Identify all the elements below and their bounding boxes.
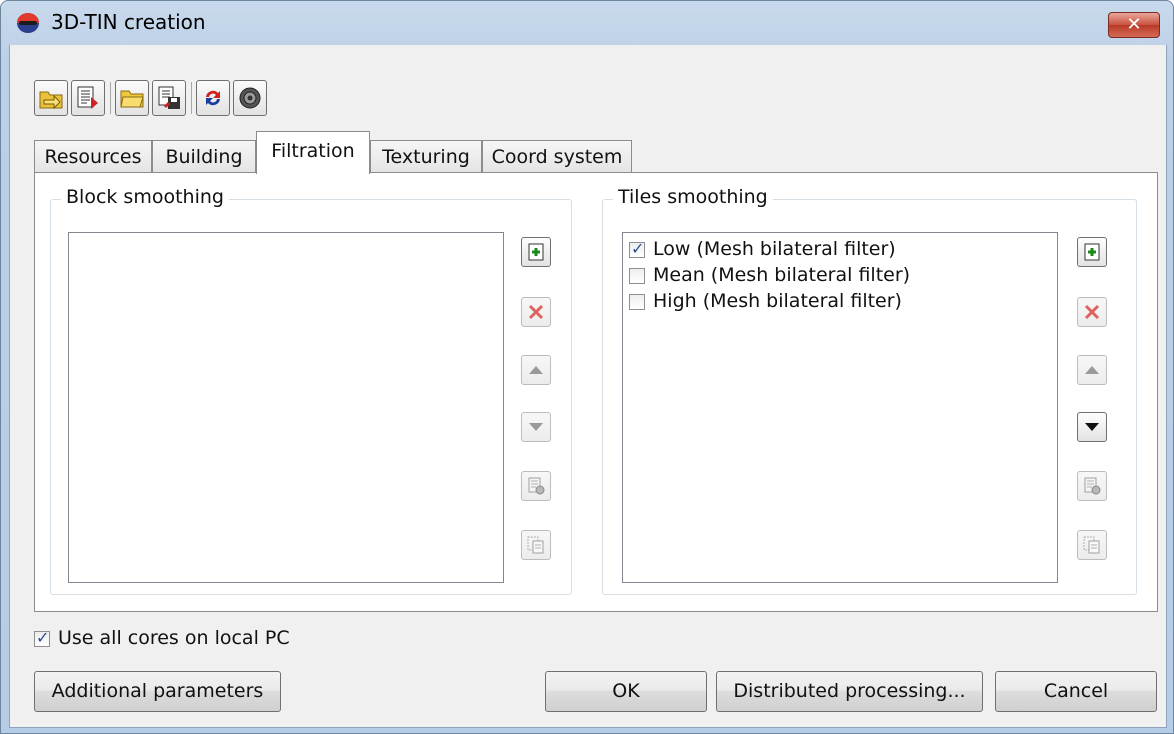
list-item-label: Low (Mesh bilateral filter) (653, 238, 896, 260)
save-disk-icon (158, 86, 180, 109)
app-logo-icon (17, 13, 39, 33)
mean-filter-checkbox[interactable] (629, 268, 645, 284)
tiles-copy-button[interactable] (1077, 530, 1107, 560)
block-add-button[interactable] (521, 237, 551, 267)
use-all-cores-label: Use all cores on local PC (58, 627, 290, 649)
arrow-down-icon (529, 423, 543, 431)
block-copy-button[interactable] (521, 530, 551, 560)
settings-gear-icon (239, 87, 261, 109)
close-button[interactable]: ✕ (1108, 12, 1160, 38)
tiles-delete-button[interactable] (1077, 297, 1107, 327)
block-smoothing-list[interactable] (68, 232, 504, 583)
tab-building[interactable]: Building (152, 140, 256, 173)
save-list-button[interactable] (71, 80, 105, 116)
tab-coord-system[interactable]: Coord system (482, 140, 632, 173)
tiles-properties-button[interactable] (1077, 471, 1107, 501)
tiles-move-up-button[interactable] (1077, 355, 1107, 385)
document-settings-icon (1084, 477, 1101, 495)
title-bar[interactable]: 3D-TIN creation ✕ (1, 1, 1173, 45)
block-smoothing-label: Block smoothing (61, 186, 229, 208)
list-item-label: Mean (Mesh bilateral filter) (653, 264, 911, 286)
tiles-smoothing-label: Tiles smoothing (613, 186, 773, 208)
ok-button[interactable]: OK (545, 671, 707, 712)
dialog-window: 3D-TIN creation ✕ Resources Building Fil… (0, 0, 1174, 734)
document-settings-icon (528, 477, 545, 495)
arrow-up-icon (1085, 366, 1099, 374)
tab-texturing[interactable]: Texturing (370, 140, 482, 173)
add-icon (1084, 243, 1100, 261)
delete-icon (528, 304, 544, 320)
block-move-down-button[interactable] (521, 412, 551, 442)
delete-icon (1084, 304, 1100, 320)
distributed-processing-button[interactable]: Distributed processing... (716, 671, 983, 712)
copy-icon (1083, 536, 1100, 554)
block-move-up-button[interactable] (521, 355, 551, 385)
open-folder-icon (120, 90, 144, 108)
tab-resources[interactable]: Resources (34, 140, 152, 173)
tiles-smoothing-list[interactable]: Low (Mesh bilateral filter) Mean (Mesh b… (622, 232, 1058, 583)
block-smoothing-group: Block smoothing (50, 186, 572, 595)
low-filter-checkbox[interactable] (629, 239, 645, 258)
tiles-move-down-button[interactable] (1077, 412, 1107, 442)
cancel-button[interactable]: Cancel (995, 671, 1157, 712)
save-file-button[interactable] (152, 80, 186, 116)
arrow-up-icon (529, 366, 543, 374)
additional-parameters-button[interactable]: Additional parameters (34, 671, 281, 712)
open-folder-button[interactable] (115, 80, 149, 116)
tiles-add-button[interactable] (1077, 237, 1107, 267)
add-icon (528, 243, 544, 261)
copy-icon (527, 536, 544, 554)
tab-filtration[interactable]: Filtration (256, 131, 370, 174)
filtration-panel: Block smoothing Tiles smoothing ✓ Low (M… (34, 172, 1158, 612)
high-filter-checkbox[interactable] (629, 294, 645, 310)
use-all-cores-checkbox[interactable] (34, 628, 50, 647)
open-arrow-icon (39, 91, 63, 110)
settings-button[interactable] (233, 80, 267, 116)
window-title: 3D-TIN creation (51, 10, 206, 34)
tiles-smoothing-group: Tiles smoothing Low (Mesh bilateral filt… (602, 186, 1137, 595)
arrow-down-icon (1085, 423, 1099, 431)
list-item-label: High (Mesh bilateral filter) (653, 290, 902, 312)
refresh-icon (206, 90, 220, 106)
block-delete-button[interactable] (521, 297, 551, 327)
save-list-icon (77, 86, 98, 109)
load-settings-button[interactable] (34, 80, 68, 116)
refresh-button[interactable] (196, 80, 230, 116)
block-properties-button[interactable] (521, 471, 551, 501)
